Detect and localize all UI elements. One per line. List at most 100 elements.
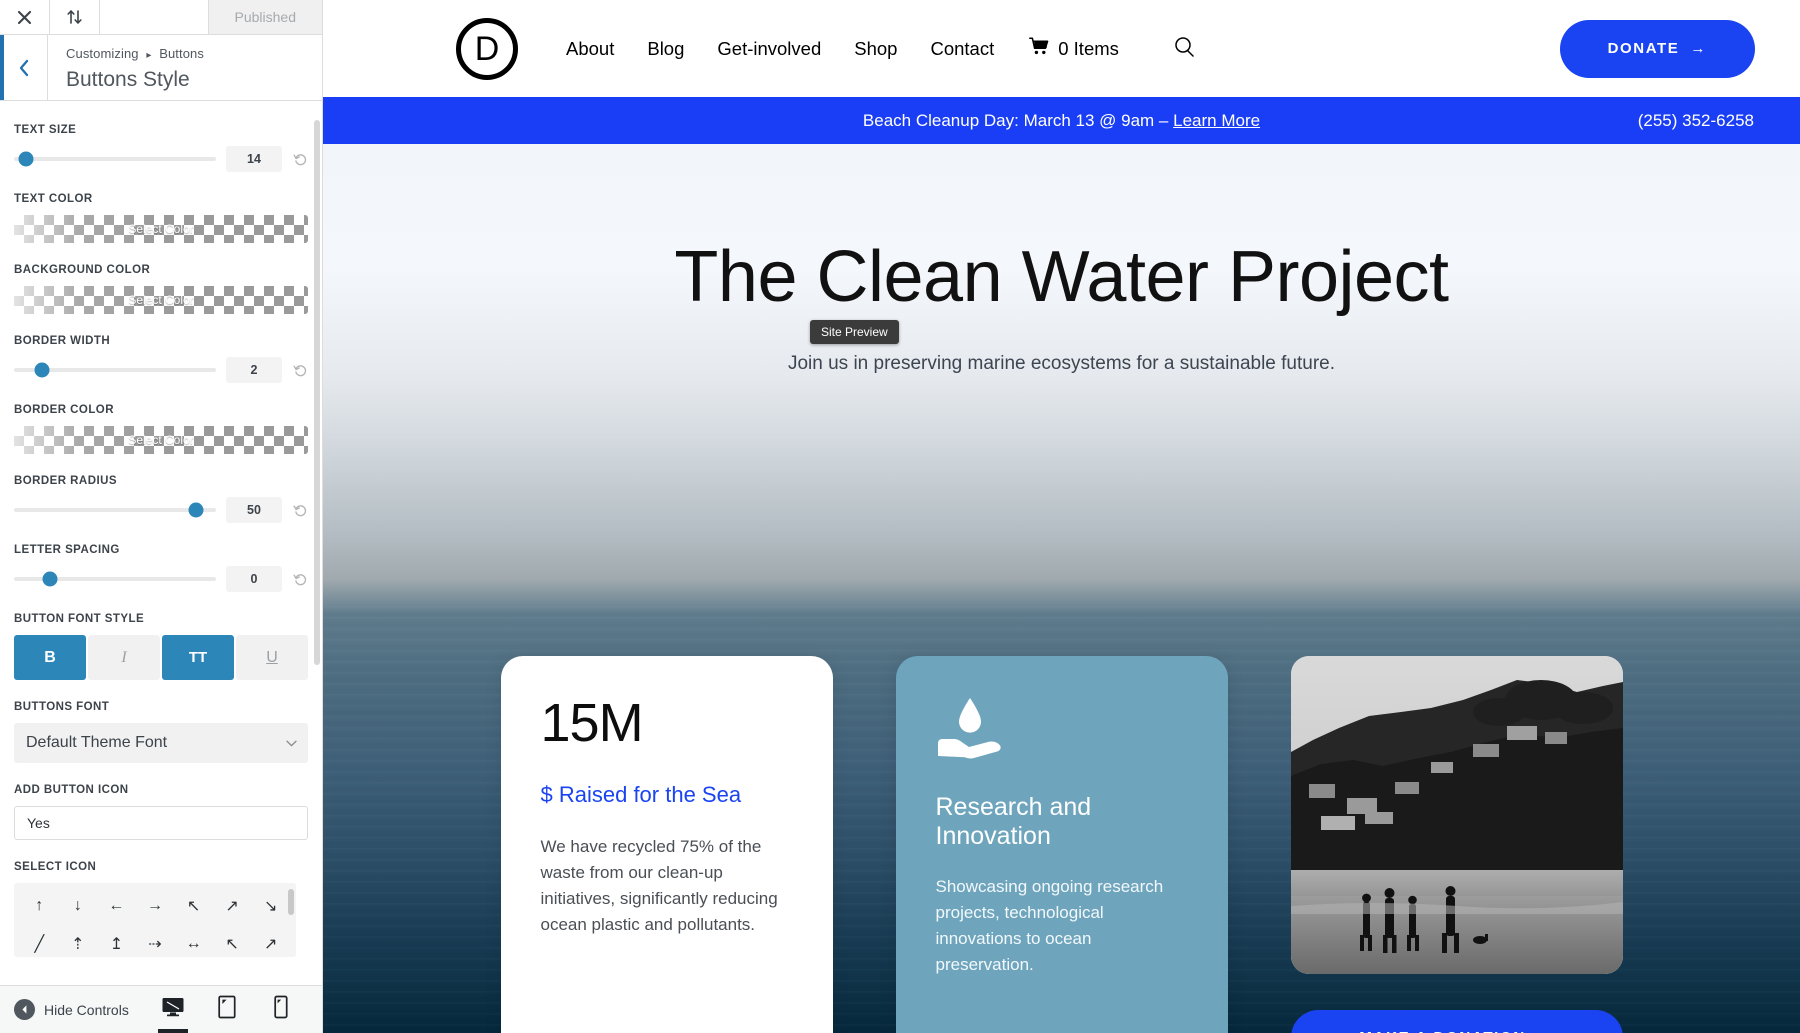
- announcement-text: Beach Cleanup Day: March 13 @ 9am – Lear…: [369, 111, 1754, 131]
- hide-controls-label: Hide Controls: [44, 1001, 129, 1018]
- site-logo[interactable]: D: [456, 17, 518, 80]
- icon-option-arrow-leftright[interactable]: ↔: [174, 931, 213, 957]
- water-drop-hand-icon: [936, 696, 1188, 765]
- icon-option-arrow-left[interactable]: ←: [97, 893, 136, 919]
- panel-scrollbar[interactable]: [314, 120, 320, 665]
- reset-arrow-icon[interactable]: [292, 363, 308, 378]
- tablet-view-button[interactable]: [210, 987, 244, 1033]
- reset-arrow-icon[interactable]: [292, 152, 308, 167]
- customizer-sidebar: Published Customizing ▸ Buttons Buttons …: [0, 0, 323, 1033]
- breadcrumb-root: Customizing: [66, 46, 139, 61]
- font-style-toggle-group: B I TT U: [14, 635, 308, 680]
- buttons-font-value: Default Theme Font: [26, 734, 168, 751]
- icon-option-arrow-right[interactable]: →: [136, 893, 175, 919]
- hero-title: The Clean Water Project: [674, 237, 1449, 317]
- customizer-screen: Published Customizing ▸ Buttons Buttons …: [0, 0, 1800, 1033]
- control-label: BUTTON FONT STYLE: [14, 613, 145, 625]
- letter-spacing-slider[interactable]: [14, 571, 216, 587]
- font-style-uppercase-button[interactable]: TT: [162, 635, 234, 680]
- slider-handle[interactable]: [42, 571, 58, 587]
- page-title: Buttons Style: [66, 68, 190, 91]
- control-button-font-style: BUTTON FONT STYLE B I TT U: [14, 613, 308, 680]
- icon-option-arrow-down[interactable]: ↓: [59, 893, 98, 919]
- slider-handle[interactable]: [188, 502, 204, 518]
- control-label: BORDER WIDTH: [14, 335, 111, 347]
- control-text-color: TEXT COLOR Select Color: [14, 193, 308, 243]
- icon-grid-rows: ↑ ↓ ← → ↖ ↗ ↘ ╱ ⇡ ↥ ⇢ ↔ ↖ ↗: [20, 893, 290, 957]
- icon-option-arrow-up[interactable]: ↑: [20, 893, 59, 919]
- font-style-underline-button[interactable]: U: [236, 635, 308, 680]
- icon-picker-grid[interactable]: ↑ ↓ ← → ↖ ↗ ↘ ╱ ⇡ ↥ ⇢ ↔ ↖ ↗: [14, 883, 296, 957]
- range-row: 0: [14, 566, 308, 592]
- mobile-view-button[interactable]: [264, 987, 298, 1033]
- text-size-value[interactable]: 14: [226, 146, 282, 172]
- customizer-topbar: Published: [0, 0, 322, 35]
- text-size-slider[interactable]: [14, 151, 216, 167]
- border-radius-value[interactable]: 50: [226, 497, 282, 523]
- nav-item-shop[interactable]: Shop: [854, 38, 897, 60]
- announcement-message: Beach Cleanup Day: March 13 @ 9am –: [862, 110, 1174, 130]
- hide-controls-button[interactable]: Hide Controls: [14, 999, 129, 1020]
- icon-grid-scrollbar[interactable]: [288, 889, 294, 915]
- letter-spacing-value[interactable]: 0: [226, 566, 282, 592]
- icon-option-slash[interactable]: ╱: [20, 931, 59, 957]
- icon-option-arrow-up-alt[interactable]: ⇡: [59, 931, 98, 957]
- text-color-picker[interactable]: Select Color: [14, 215, 308, 243]
- select-color-label: Select Color: [128, 222, 194, 236]
- toggle-devices-button[interactable]: [50, 0, 100, 34]
- panel-back-button[interactable]: [0, 35, 48, 100]
- donate-button[interactable]: DONATE →: [1559, 19, 1755, 78]
- background-color-picker[interactable]: Select Color: [14, 286, 308, 314]
- desktop-view-button[interactable]: [156, 987, 190, 1033]
- icon-option-arrow-upright-alt[interactable]: ↗: [251, 931, 290, 957]
- icon-option-arrow-upleft-alt[interactable]: ↖: [213, 931, 252, 957]
- icon-option-arrow-upright[interactable]: ↗: [213, 893, 252, 919]
- feature-title: Research and Innovation: [935, 793, 1092, 850]
- donate-label: DONATE: [1607, 40, 1680, 57]
- publish-status-button[interactable]: Published: [207, 0, 322, 34]
- search-button[interactable]: [1174, 36, 1195, 62]
- icon-option-arrow-downright[interactable]: ↘: [251, 893, 290, 919]
- control-label: LETTER SPACING: [14, 544, 120, 556]
- border-width-slider[interactable]: [14, 362, 216, 378]
- control-background-color: BACKGROUND COLOR Select Color: [14, 264, 308, 314]
- font-style-bold-button[interactable]: B: [14, 635, 86, 680]
- customizer-panel-header: Customizing ▸ Buttons Buttons Style: [0, 35, 322, 101]
- control-border-width: BORDER WIDTH 2: [14, 335, 308, 383]
- stat-value: 15M: [540, 693, 644, 753]
- cart-link[interactable]: 0 Items: [1029, 37, 1119, 61]
- icon-option-arrow-upleft[interactable]: ↖: [174, 893, 213, 919]
- close-customizer-button[interactable]: [0, 0, 50, 34]
- border-radius-slider[interactable]: [14, 502, 216, 518]
- icon-option-arrow-right-alt[interactable]: ⇢: [136, 931, 175, 957]
- slider-handle[interactable]: [34, 362, 50, 378]
- chevron-left-icon: [18, 59, 30, 77]
- border-color-picker[interactable]: Select Color: [14, 426, 308, 454]
- nav-item-about[interactable]: About: [566, 38, 614, 60]
- nav-item-blog[interactable]: Blog: [647, 38, 684, 60]
- desktop-icon: [161, 996, 185, 1023]
- slider-handle[interactable]: [18, 151, 34, 167]
- range-row: 14: [14, 146, 308, 172]
- add-button-icon-input[interactable]: Yes: [14, 806, 308, 840]
- announcement-bar: Beach Cleanup Day: March 13 @ 9am – Lear…: [323, 97, 1800, 144]
- announcement-learn-more-link[interactable]: Learn More: [1173, 111, 1260, 130]
- font-style-italic-button[interactable]: I: [88, 635, 160, 680]
- device-preview-buttons: [156, 987, 308, 1033]
- chevron-down-icon: [286, 734, 297, 752]
- phone-number-link[interactable]: (255) 352-6258: [1638, 111, 1754, 131]
- reset-arrow-icon[interactable]: [292, 503, 308, 518]
- buttons-font-select[interactable]: Default Theme Font: [14, 723, 308, 763]
- cart-count-label: 0 Items: [1058, 37, 1119, 59]
- range-row: 50: [14, 497, 308, 523]
- caret-left-circle-icon: [14, 999, 35, 1020]
- customizer-footer: Hide Controls: [0, 985, 322, 1033]
- nav-item-contact[interactable]: Contact: [930, 38, 994, 60]
- main-navigation: About Blog Get-involved Shop Contact 0 I…: [566, 36, 1195, 62]
- icon-option-arrow-up-bar[interactable]: ↥: [97, 931, 136, 957]
- make-a-donation-button[interactable]: MAKE A DONATION →: [1290, 1010, 1623, 1033]
- control-buttons-font: BUTTONS FONT Default Theme Font: [14, 701, 308, 763]
- nav-item-get-involved[interactable]: Get-involved: [717, 38, 821, 60]
- border-width-value[interactable]: 2: [226, 357, 282, 383]
- reset-arrow-icon[interactable]: [292, 572, 308, 587]
